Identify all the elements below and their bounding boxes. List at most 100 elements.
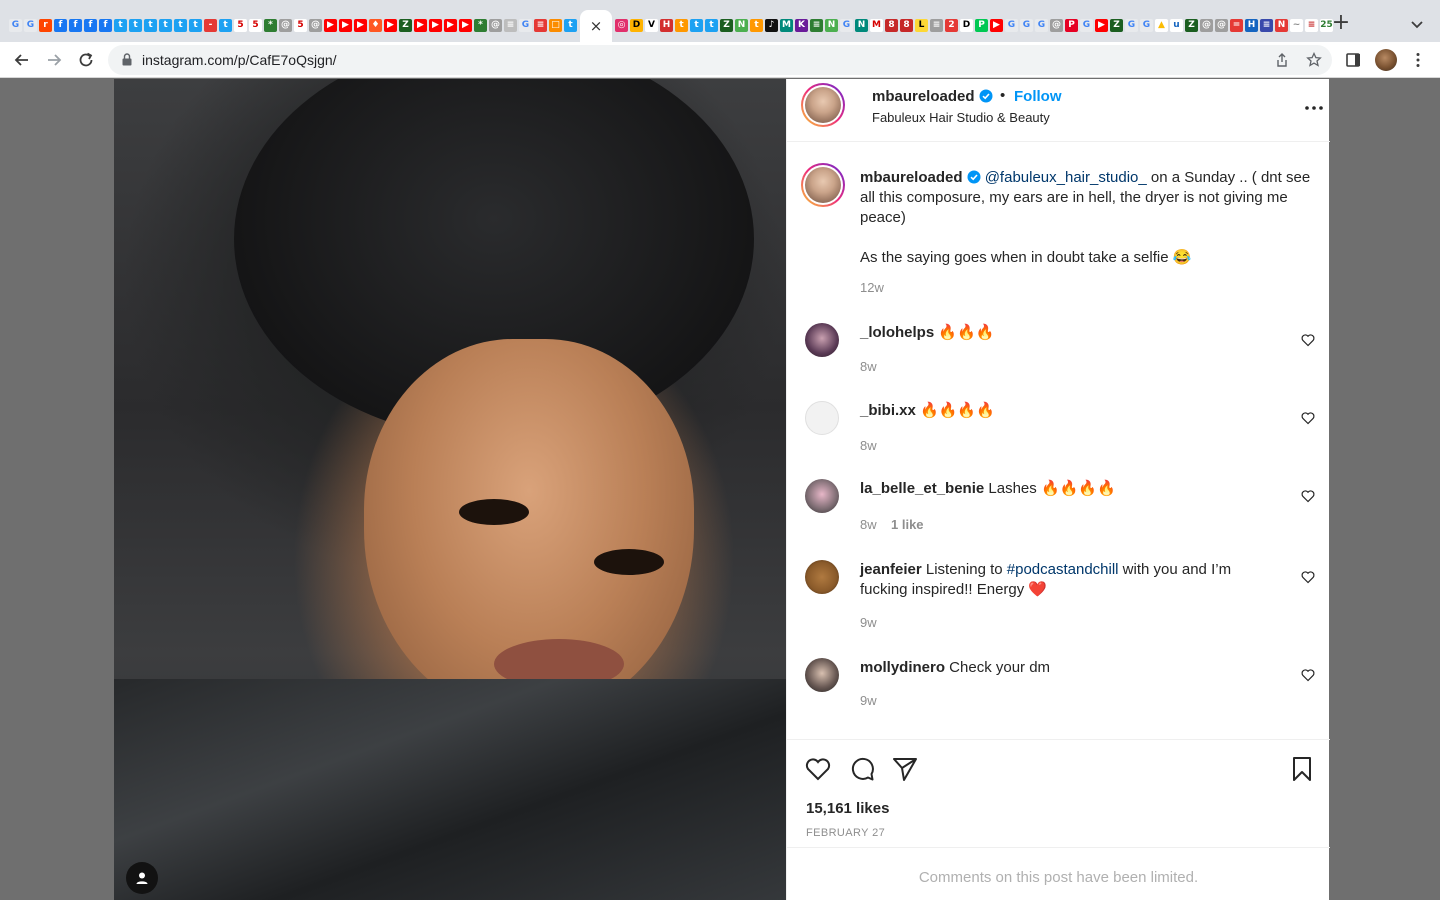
- save-bookmark-icon[interactable]: [1288, 755, 1316, 783]
- comment-time[interactable]: 8w: [860, 359, 877, 374]
- browser-tab[interactable]: @: [488, 9, 503, 41]
- comment-username[interactable]: jeanfeier: [860, 561, 922, 578]
- browser-tab[interactable]: t: [128, 9, 143, 41]
- browser-tab[interactable]: @: [1199, 9, 1214, 41]
- browser-tab[interactable]: H: [1244, 9, 1259, 41]
- caption-timestamp[interactable]: 12w: [860, 280, 884, 295]
- reload-icon[interactable]: [76, 50, 96, 70]
- browser-tab[interactable]: @: [308, 9, 323, 41]
- browser-tab[interactable]: ≡: [809, 9, 824, 41]
- browser-tab[interactable]: t: [173, 9, 188, 41]
- forward-arrow-icon[interactable]: [44, 50, 64, 70]
- browser-tab[interactable]: G: [1019, 9, 1034, 41]
- share-icon[interactable]: [1274, 52, 1290, 68]
- browser-tab[interactable]: G: [8, 9, 23, 41]
- share-paper-plane-icon[interactable]: [891, 755, 919, 783]
- comment-avatar[interactable]: [805, 479, 839, 513]
- browser-tab[interactable]: Z: [719, 9, 734, 41]
- browser-tab[interactable]: G: [23, 9, 38, 41]
- header-username[interactable]: mbaureloaded: [872, 88, 993, 105]
- comment-time[interactable]: 9w: [860, 693, 877, 708]
- header-avatar[interactable]: [801, 83, 845, 127]
- comment-hashtag[interactable]: #podcastandchill: [1007, 561, 1119, 578]
- comment-time[interactable]: 9w: [860, 615, 877, 630]
- browser-tab[interactable]: ~: [1289, 9, 1304, 41]
- browser-tab[interactable]: G: [1139, 9, 1154, 41]
- browser-tab[interactable]: N: [734, 9, 749, 41]
- comment-like-heart-icon[interactable]: [1301, 489, 1315, 503]
- browser-tab[interactable]: @: [278, 9, 293, 41]
- post-location[interactable]: Fabuleux Hair Studio & Beauty: [872, 110, 1050, 125]
- comment-username[interactable]: la_belle_et_benie: [860, 480, 984, 497]
- browser-tab[interactable]: ≡: [929, 9, 944, 41]
- browser-tab[interactable]: ▶: [353, 9, 368, 41]
- browser-tab[interactable]: t: [563, 9, 578, 41]
- browser-tab[interactable]: N: [1274, 9, 1289, 41]
- browser-tab[interactable]: M: [779, 9, 794, 41]
- tab-search-chevron-icon[interactable]: [1408, 15, 1426, 33]
- browser-tab[interactable]: Z: [1184, 9, 1199, 41]
- browser-tab[interactable]: ≡: [1304, 9, 1319, 41]
- browser-tab[interactable]: L: [914, 9, 929, 41]
- browser-tab[interactable]: f: [98, 9, 113, 41]
- browser-tab[interactable]: ≡: [503, 9, 518, 41]
- browser-tab[interactable]: @: [1049, 9, 1064, 41]
- browser-tab[interactable]: G: [1124, 9, 1139, 41]
- browser-tab[interactable]: Z: [1109, 9, 1124, 41]
- browser-tab[interactable]: t: [143, 9, 158, 41]
- browser-tab[interactable]: *: [263, 9, 278, 41]
- browser-tab[interactable]: N: [824, 9, 839, 41]
- browser-tab[interactable]: ≡: [1259, 9, 1274, 41]
- comment-username[interactable]: mollydinero: [860, 659, 945, 676]
- browser-tab[interactable]: H: [659, 9, 674, 41]
- browser-tab[interactable]: ≡: [533, 9, 548, 41]
- browser-tab[interactable]: t: [749, 9, 764, 41]
- browser-tab[interactable]: t: [704, 9, 719, 41]
- browser-menu-icon[interactable]: [1409, 51, 1427, 69]
- browser-tab[interactable]: ▶: [443, 9, 458, 41]
- browser-tab[interactable]: G: [839, 9, 854, 41]
- browser-tab[interactable]: G: [518, 9, 533, 41]
- browser-tab[interactable]: □: [548, 9, 563, 41]
- browser-tab[interactable]: ◎: [614, 9, 629, 41]
- browser-tab[interactable]: f: [68, 9, 83, 41]
- bookmark-star-icon[interactable]: [1306, 52, 1322, 68]
- more-options-icon[interactable]: [1304, 105, 1324, 111]
- profile-avatar[interactable]: [1375, 49, 1397, 71]
- comment-avatar[interactable]: [805, 401, 839, 435]
- browser-tab[interactable]: ▶: [338, 9, 353, 41]
- browser-tab[interactable]: P: [1064, 9, 1079, 41]
- browser-tab[interactable]: t: [689, 9, 704, 41]
- comment-time[interactable]: 8w: [860, 517, 877, 532]
- browser-tab[interactable]: 8: [884, 9, 899, 41]
- post-image[interactable]: [114, 79, 786, 900]
- browser-tab[interactable]: M: [869, 9, 884, 41]
- caption-mention[interactable]: @fabuleux_hair_studio_: [985, 169, 1147, 186]
- browser-tab[interactable]: K: [794, 9, 809, 41]
- browser-tab[interactable]: t: [188, 9, 203, 41]
- tagged-users-button[interactable]: [126, 862, 158, 894]
- comment-like-heart-icon[interactable]: [1301, 411, 1315, 425]
- browser-tab[interactable]: ▶: [1094, 9, 1109, 41]
- browser-tab[interactable]: N: [854, 9, 869, 41]
- browser-tab[interactable]: ▶: [383, 9, 398, 41]
- browser-tab[interactable]: ▶: [323, 9, 338, 41]
- browser-tab[interactable]: 8: [899, 9, 914, 41]
- browser-tab[interactable]: 2: [944, 9, 959, 41]
- address-bar[interactable]: instagram.com/p/CafE7oQsjgn/: [108, 45, 1332, 75]
- browser-tab[interactable]: D: [629, 9, 644, 41]
- browser-tab[interactable]: ▶: [413, 9, 428, 41]
- browser-tab[interactable]: V: [644, 9, 659, 41]
- comment-username[interactable]: _bibi.xx: [860, 402, 916, 419]
- browser-tab[interactable]: ♦: [368, 9, 383, 41]
- browser-tab[interactable]: ▶: [458, 9, 473, 41]
- likes-count[interactable]: 15,161 likes: [806, 800, 889, 817]
- browser-tab[interactable]: *: [473, 9, 488, 41]
- browser-tab[interactable]: 5: [293, 9, 308, 41]
- comment-like-heart-icon[interactable]: [1301, 570, 1315, 584]
- reading-list-icon[interactable]: [1345, 51, 1363, 69]
- browser-tab[interactable]: u: [1169, 9, 1184, 41]
- comment-avatar[interactable]: [805, 323, 839, 357]
- lock-icon[interactable]: [122, 53, 132, 66]
- post-date[interactable]: FEBRUARY 27: [806, 827, 885, 839]
